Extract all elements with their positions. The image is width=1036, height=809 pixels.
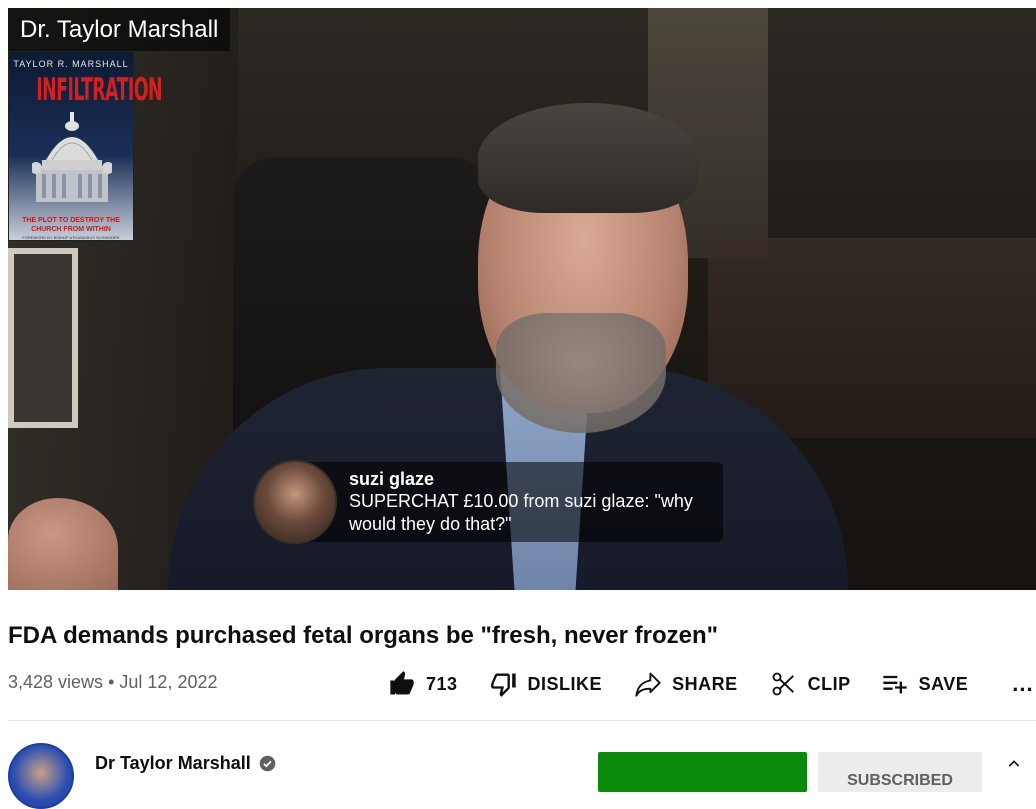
channel-name-overlay: Dr. Taylor Marshall xyxy=(8,8,231,51)
share-button[interactable]: SHARE xyxy=(634,670,738,698)
thumbs-down-icon xyxy=(490,673,516,697)
share-arrow-icon xyxy=(635,672,661,697)
superchat-overlay: suzi glaze SUPERCHAT £10.00 from suzi gl… xyxy=(253,460,723,544)
action-bar: 713 DISLIKE SHARE CLIP SAVE ... xyxy=(388,668,1034,700)
chevron-up-icon[interactable] xyxy=(1006,756,1022,772)
book-author: TAYLOR R. MARSHALL xyxy=(13,59,129,69)
more-actions-button[interactable]: ... xyxy=(1012,671,1033,697)
book-subtitle-line-1: THE PLOT TO DESTROY THE xyxy=(22,217,120,224)
share-label: SHARE xyxy=(672,673,738,694)
like-button[interactable]: 713 xyxy=(388,670,458,698)
thumbs-up-icon xyxy=(390,671,414,695)
like-count: 713 xyxy=(426,673,458,694)
dislike-button[interactable]: DISLIKE xyxy=(490,670,603,698)
scissors-icon xyxy=(772,672,794,696)
save-label: SAVE xyxy=(918,673,969,694)
channel-avatar[interactable] xyxy=(8,743,74,809)
book-subtitle-line-2: CHURCH FROM WITHIN xyxy=(31,226,111,233)
book-title: INFILTRATION xyxy=(36,72,162,108)
verified-check-icon xyxy=(259,755,276,772)
section-divider xyxy=(8,720,1036,721)
subscribed-button[interactable]: SUBSCRIBED xyxy=(818,752,982,792)
book-foreword: FOREWORD BY BISHOP ATHANASIUS SCHNEIDER xyxy=(22,235,120,240)
video-meta: 3,428 views • Jul 12, 2022 xyxy=(8,670,217,694)
basilica-dome-icon xyxy=(32,112,112,202)
playlist-add-icon xyxy=(882,675,907,694)
speaker-hair xyxy=(478,103,698,213)
book-subtitle: THE PLOT TO DESTROY THE CHURCH FROM WITH… xyxy=(9,216,133,234)
view-count: 3,428 views xyxy=(8,672,104,692)
background-picture-frame xyxy=(8,248,78,428)
superchat-name: suzi glaze xyxy=(349,469,435,489)
speaker-beard xyxy=(496,313,666,433)
join-button[interactable] xyxy=(598,752,807,792)
dislike-label: DISLIKE xyxy=(527,673,603,694)
upload-date: Jul 12, 2022 xyxy=(119,672,218,692)
clip-button[interactable]: CLIP xyxy=(770,670,851,698)
meta-separator: • xyxy=(108,672,115,692)
save-button[interactable]: SAVE xyxy=(881,670,969,698)
video-player[interactable]: Dr. Taylor Marshall TAYLOR R. MARSHALL I… xyxy=(8,8,1036,590)
background-shelf xyxy=(708,238,1036,438)
book-cover: TAYLOR R. MARSHALL INFILTRATION THE PLOT… xyxy=(8,51,162,241)
video-title: FDA demands purchased fetal organs be "f… xyxy=(8,622,719,649)
superchat-avatar xyxy=(253,460,337,544)
clip-label: CLIP xyxy=(807,673,851,694)
superchat-message: SUPERCHAT £10.00 from suzi glaze: "why w… xyxy=(349,491,693,534)
